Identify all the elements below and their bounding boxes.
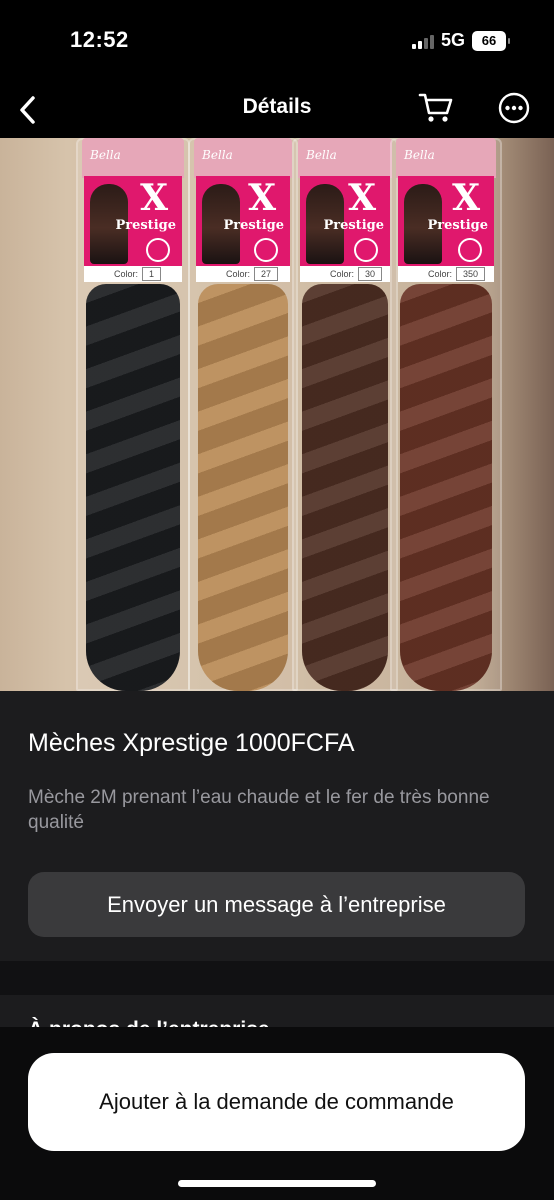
status-time: 12:52 [70,27,129,52]
status-indicators: 5G 66 [411,30,510,51]
more-button[interactable] [492,86,536,130]
pack-color-label: Color: 350 [398,266,494,282]
pack-logo-word: Prestige [115,218,176,233]
section-divider [0,961,554,995]
page-title: Détails [242,95,312,118]
pack-color-code: 30 [358,267,383,281]
product-description: Mèche 2M prenant l’eau chaude et le fer … [28,787,490,833]
home-indicator[interactable] [178,1180,376,1187]
seal-icon [254,238,278,262]
seal-icon [458,238,482,262]
more-icon [498,92,530,124]
screen: 12:52 5G 66 Détails Bella X Prestige Col… [0,0,554,1200]
seal-icon [146,238,170,262]
pack-color-code: 350 [456,267,486,281]
network-label: 5G [440,30,465,50]
hair-pack: Bella X Prestige Color: 1 [76,138,190,691]
add-to-order-button[interactable]: Ajouter à la demande de commande [28,1053,525,1151]
product-image[interactable]: Bella X Prestige Color: 1 Bella X Prestig… [0,138,554,691]
hair-pack: Bella X Prestige Color: 30 [292,138,398,691]
pack-header-text: Bella [90,148,121,162]
hair-pack: Bella X Prestige Color: 350 [390,138,502,691]
status-bar: 12:52 5G 66 [0,0,554,80]
hair-bundle [198,284,288,691]
pack-color-label: Color: 27 [196,266,290,282]
message-business-button[interactable]: Envoyer un message à l’entreprise [28,872,525,937]
nav-bar: Détails [0,80,554,138]
pack-logo-letter: X [140,177,168,219]
pack-color-label: Color: 1 [84,266,182,282]
pack-logo-letter: X [348,177,376,219]
pack-header-text: Bella [202,148,233,162]
pack-logo-letter: X [452,177,480,219]
pack-logo-word: Prestige [323,218,384,233]
hair-bundle [400,284,492,691]
bottom-bar: Ajouter à la demande de commande [0,1027,554,1200]
battery-icon: 66 [472,30,510,51]
cart-icon [418,93,453,122]
pack-color-code: 1 [142,267,162,281]
pack-color-code: 27 [254,267,279,281]
hair-bundle [302,284,388,691]
pack-logo-word: Prestige [427,218,488,233]
product-details: Mèches Xprestige 1000FCFA Mèche 2M prena… [0,691,554,961]
hair-pack: Bella X Prestige Color: 27 [188,138,298,691]
pack-logo-letter: X [248,177,276,219]
seal-icon [354,238,378,262]
product-title: Mèches Xprestige 1000FCFA [28,729,355,757]
pack-logo-word: Prestige [223,218,284,233]
battery-level: 66 [472,30,506,51]
pack-header-text: Bella [306,148,337,162]
signal-icon [411,33,434,49]
pack-header-text: Bella [404,148,435,162]
hair-bundle [86,284,180,691]
cart-button[interactable] [414,86,458,130]
pack-color-label: Color: 30 [300,266,390,282]
